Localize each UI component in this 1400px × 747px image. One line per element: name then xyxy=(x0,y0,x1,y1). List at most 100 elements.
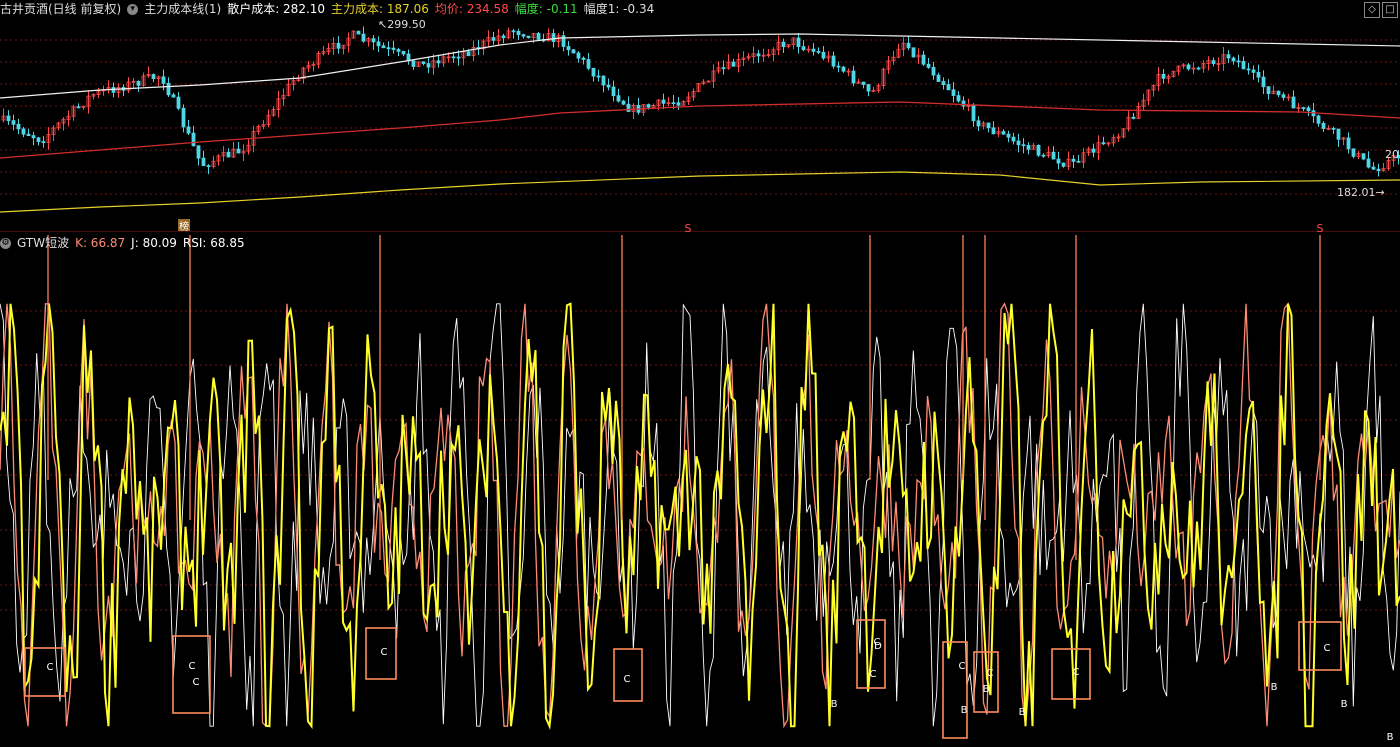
candle-body xyxy=(1251,69,1256,73)
stock-title: 古井贡酒(日线 前复权) xyxy=(0,2,122,16)
candle-body xyxy=(796,37,801,48)
candle-body xyxy=(1186,64,1191,70)
candle-body xyxy=(451,56,456,59)
candle-body xyxy=(151,74,156,80)
candle-body xyxy=(611,86,616,97)
rank-marker-label: 榜 xyxy=(179,220,189,232)
candle-body xyxy=(836,65,841,68)
candle-body xyxy=(226,151,231,158)
candle-body xyxy=(1036,144,1041,156)
candle-body xyxy=(911,47,916,58)
indicator-toggle-icon[interactable]: ▾ xyxy=(127,3,139,15)
candle-body xyxy=(371,38,376,43)
candle-body xyxy=(861,81,866,85)
candle-body xyxy=(1261,76,1266,88)
settings-icon[interactable]: ◇ xyxy=(1364,2,1380,18)
main-cost-line xyxy=(0,171,1400,213)
candle-body xyxy=(191,132,196,147)
candle-body xyxy=(671,102,676,105)
low-price-label: 182.01→ xyxy=(1337,186,1385,199)
osc-title[interactable]: GTW短波 xyxy=(17,234,69,252)
candle-body xyxy=(336,42,341,49)
candle-body xyxy=(581,57,586,60)
indicator-name[interactable]: 主力成本线(1) xyxy=(144,0,221,18)
candle-body xyxy=(456,56,461,59)
candle-body xyxy=(1276,90,1281,96)
price-chart[interactable]: ↖299.50 182.01→ 20 榜 S S xyxy=(0,0,1400,232)
candle-body xyxy=(841,66,846,72)
signal-b-label: B xyxy=(831,699,838,710)
candle-body xyxy=(661,99,666,104)
candle-body xyxy=(186,126,191,134)
signal-b-label: B xyxy=(1387,732,1394,743)
candle-body xyxy=(821,51,826,59)
candle-body xyxy=(956,95,961,102)
candle-body xyxy=(391,47,396,50)
signal-c-label: C xyxy=(193,677,200,688)
candle-body xyxy=(6,115,11,122)
osc-settings-icon[interactable]: ⚙ xyxy=(0,237,11,249)
right-edge-label: 20 xyxy=(1385,148,1399,161)
candle-body xyxy=(946,84,951,91)
candle-body xyxy=(986,122,991,129)
signal-c-label: C xyxy=(381,647,388,658)
candle-body xyxy=(181,107,186,128)
candle-body xyxy=(601,75,606,86)
candle-body xyxy=(421,61,426,64)
candle-body xyxy=(1366,158,1371,168)
osc-header: ⚙ GTW短波 K: 66.87 J: 80.09 RSI: 68.85 xyxy=(0,234,245,252)
main-cost-value: 主力成本: 187.06 xyxy=(331,2,429,16)
candle-body xyxy=(566,46,571,51)
candle-body xyxy=(626,103,631,112)
candle-body xyxy=(26,133,31,136)
candle-body xyxy=(171,94,176,98)
signal-b-label: B xyxy=(1341,699,1348,710)
candle-body xyxy=(166,82,171,96)
candle-body xyxy=(1236,60,1241,63)
oscillator-chart[interactable]: C CCCCCCCC CCBBBBBBBD xyxy=(0,235,1400,747)
candle-body xyxy=(676,102,681,106)
candle-body xyxy=(386,47,391,50)
candle-body xyxy=(921,54,926,65)
candle-body xyxy=(76,106,81,109)
candle-body xyxy=(31,135,36,139)
candle-body xyxy=(1016,140,1021,146)
candle-body xyxy=(1231,57,1236,62)
candle-body xyxy=(376,41,381,47)
candle-body xyxy=(236,148,241,154)
candle-body xyxy=(396,49,401,52)
candle-body xyxy=(356,30,361,35)
signal-c-label: C xyxy=(47,662,54,673)
maximize-icon[interactable]: □ xyxy=(1382,2,1398,18)
candle-body xyxy=(1346,137,1351,150)
k-value: K: 66.87 xyxy=(75,236,126,250)
candle-body xyxy=(1101,142,1106,145)
candle-body xyxy=(1291,96,1296,109)
high-price-label: ↖299.50 xyxy=(378,18,426,31)
j-value: J: 80.09 xyxy=(131,236,177,250)
candle-body xyxy=(206,165,211,168)
candle-body xyxy=(1281,94,1286,98)
candle-body xyxy=(1071,158,1076,162)
chart-stage[interactable]: ↖299.50 182.01→ 20 榜 S S 古井贡酒(日线 前复权) ▾ 主力成本线… xyxy=(0,0,1400,747)
signal-b-label: B xyxy=(1271,682,1278,693)
candle-body xyxy=(361,33,366,42)
candle-body xyxy=(831,55,836,67)
signal-c-label: C xyxy=(987,668,994,679)
candle-body xyxy=(606,84,611,88)
candle-body xyxy=(941,81,946,85)
candle-body xyxy=(516,30,521,36)
candle-body xyxy=(21,128,26,135)
candle-body xyxy=(781,41,786,47)
candle-body xyxy=(196,145,201,159)
candle-body xyxy=(971,105,976,122)
candle-body xyxy=(1051,151,1056,160)
candle-body xyxy=(1011,136,1016,142)
sell-marker-2: S xyxy=(1317,222,1324,232)
candle-body xyxy=(586,59,591,69)
candle-body xyxy=(536,32,541,40)
candle-body xyxy=(466,51,471,57)
candle-body xyxy=(1256,71,1261,78)
candle-body xyxy=(1226,54,1231,59)
candle-body xyxy=(411,60,416,67)
